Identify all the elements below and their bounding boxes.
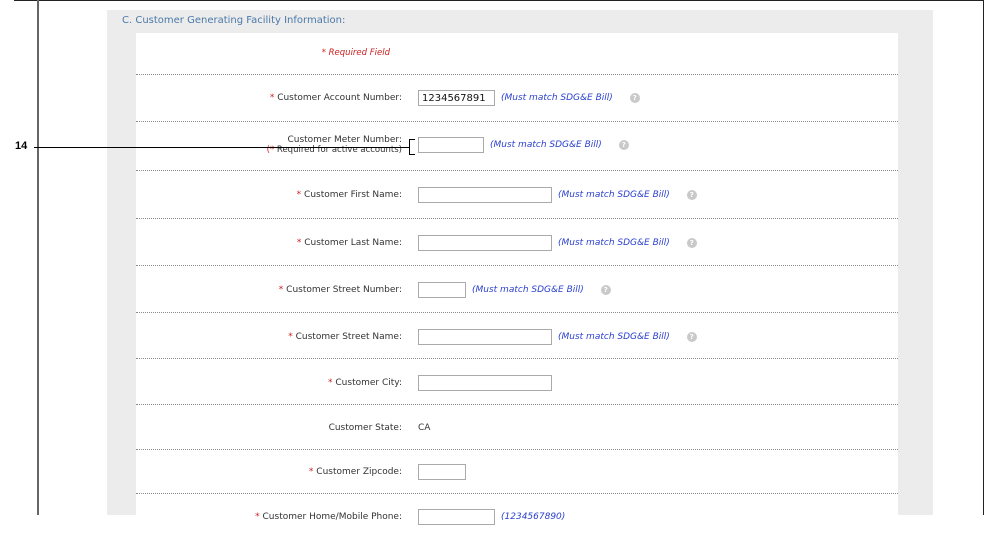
row-street-name: * Customer Street Name: (Must match SDG&… [136, 315, 898, 359]
required-field-note: * Required Field [321, 48, 390, 58]
help-icon[interactable]: ? [600, 285, 611, 295]
first-name-input[interactable] [418, 187, 552, 203]
row-divider [136, 170, 898, 171]
state-label: Customer State: [328, 423, 402, 433]
section-title: C. Customer Generating Facility Informat… [122, 15, 346, 26]
form-area: * Required Field * Customer Account Numb… [136, 33, 898, 525]
city-label: * Customer City: [328, 378, 402, 388]
account-number-label: * Customer Account Number: [269, 93, 402, 103]
callout-bracket [409, 139, 415, 155]
row-divider [136, 312, 898, 313]
row-city: * Customer City: [136, 361, 898, 405]
help-icon[interactable]: ? [618, 140, 629, 150]
row-meter-number: Customer Meter Number: (* Required for a… [136, 123, 898, 167]
row-divider [136, 121, 898, 122]
callout-leader-line [34, 147, 410, 148]
last-name-hint: (Must match SDG&E Bill) [558, 238, 670, 248]
street-name-hint: (Must match SDG&E Bill) [558, 332, 670, 342]
street-number-label: * Customer Street Number: [278, 285, 402, 295]
first-name-hint: (Must match SDG&E Bill) [558, 190, 670, 200]
account-number-input[interactable] [418, 90, 495, 106]
row-divider [136, 218, 898, 219]
home-phone-input[interactable] [418, 509, 495, 525]
row-first-name: * Customer First Name: (Must match SDG&E… [136, 173, 898, 217]
row-zipcode: * Customer Zipcode: [136, 450, 898, 494]
last-name-input[interactable] [418, 235, 552, 251]
help-icon[interactable]: ? [686, 238, 697, 248]
row-divider [136, 74, 898, 75]
meter-number-label: Customer Meter Number: (* Required for a… [266, 135, 402, 155]
row-last-name: * Customer Last Name: (Must match SDG&E … [136, 221, 898, 265]
zipcode-label: * Customer Zipcode: [308, 467, 402, 477]
last-name-label: * Customer Last Name: [296, 238, 402, 248]
row-divider [136, 404, 898, 405]
state-value: CA [418, 423, 431, 433]
help-icon[interactable]: ? [686, 332, 697, 342]
row-divider [136, 265, 898, 266]
help-icon[interactable]: ? [686, 190, 697, 200]
row-home-phone: * Customer Home/Mobile Phone: (123456789… [136, 495, 898, 539]
account-number-hint: (Must match SDG&E Bill) [501, 93, 613, 103]
street-name-label: * Customer Street Name: [288, 332, 402, 342]
street-number-hint: (Must match SDG&E Bill) [472, 285, 584, 295]
city-input[interactable] [418, 375, 552, 391]
callout-number: 14 [15, 140, 28, 152]
left-margin-rule [37, 0, 39, 515]
home-phone-hint: (1234567890) [501, 512, 566, 522]
home-phone-label: * Customer Home/Mobile Phone: [255, 512, 402, 522]
meter-number-input[interactable] [418, 137, 484, 153]
first-name-label: * Customer First Name: [296, 190, 402, 200]
help-icon[interactable]: ? [629, 93, 640, 103]
row-street-number: * Customer Street Number: (Must match SD… [136, 268, 898, 312]
row-state: Customer State: CA [136, 406, 898, 450]
meter-number-hint: (Must match SDG&E Bill) [490, 140, 602, 150]
zipcode-input[interactable] [418, 464, 466, 480]
row-divider [136, 358, 898, 359]
row-divider [136, 493, 898, 494]
row-account-number: * Customer Account Number: (Must match S… [136, 76, 898, 120]
street-number-input[interactable] [418, 282, 466, 298]
street-name-input[interactable] [418, 329, 552, 345]
